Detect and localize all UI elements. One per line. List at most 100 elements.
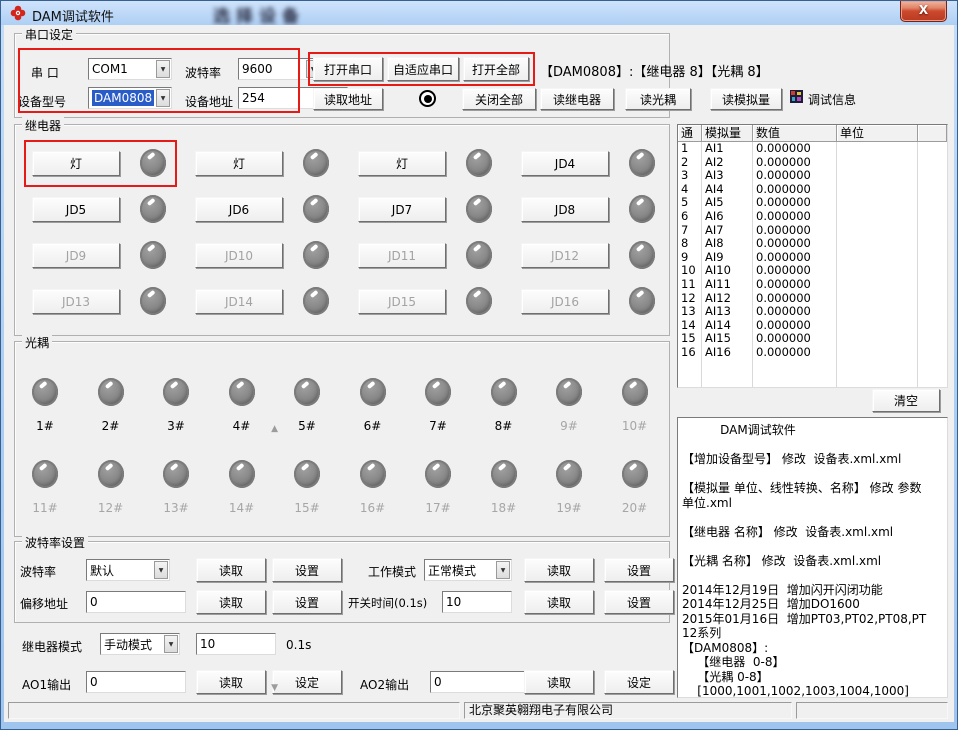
- baudrate-set-button[interactable]: 设置: [272, 558, 342, 582]
- read-address-button[interactable]: 读取地址: [313, 88, 383, 110]
- opto-led-8: [491, 378, 517, 406]
- info-panel[interactable]: DAM调试软件 【增加设备型号】 修改 设备表.xml.xml 【模拟量 单位、…: [677, 417, 948, 698]
- table-row-15[interactable]: 15AI150.000000: [678, 332, 947, 346]
- model-select[interactable]: DAM0808 ▼: [88, 87, 172, 109]
- ao1-input[interactable]: 0: [86, 671, 186, 693]
- dropdown-arrow-icon[interactable]: ▼: [156, 60, 170, 78]
- switch-time-set-button[interactable]: 设置: [604, 590, 674, 614]
- app-window: DAM调试软件 选择设备 X 串口设定 串 口 COM1 ▼ 波特率 9600 …: [0, 0, 958, 730]
- ao2-set-button[interactable]: 设定: [604, 670, 674, 694]
- table-row-2[interactable]: 2AI20.000000: [678, 156, 947, 170]
- title-bar[interactable]: DAM调试软件 选择设备 X: [1, 1, 957, 25]
- relay-button-7[interactable]: JD7: [358, 197, 446, 222]
- table-cell: [918, 346, 947, 360]
- ao1-read-button[interactable]: 读取: [196, 670, 266, 694]
- relay-mode-time-input[interactable]: 10: [196, 633, 276, 655]
- close-all-button[interactable]: 关闭全部: [462, 88, 536, 110]
- dropdown-arrow-icon[interactable]: ▼: [156, 89, 170, 107]
- table-cell: 0.000000: [753, 237, 837, 251]
- table-cell: 7: [678, 224, 702, 238]
- table-cell: 0.000000: [753, 332, 837, 346]
- table-cell: AI9: [702, 251, 753, 265]
- table-cell: AI2: [702, 156, 753, 170]
- open-all-button[interactable]: 打开全部: [463, 57, 529, 81]
- relay-button-15: JD15: [358, 289, 446, 314]
- table-row-3[interactable]: 3AI30.000000: [678, 169, 947, 183]
- work-mode-set-button[interactable]: 设置: [604, 558, 674, 582]
- table-cell: [918, 264, 947, 278]
- open-serial-button[interactable]: 打开串口: [313, 57, 383, 81]
- ao2-read-button[interactable]: 读取: [524, 670, 594, 694]
- opto-led-3: [163, 378, 189, 406]
- auto-serial-button[interactable]: 自适应串口: [387, 57, 459, 81]
- relay-button-4[interactable]: JD4: [521, 151, 609, 176]
- baudrate-read-button[interactable]: 读取: [196, 558, 266, 582]
- baud-select[interactable]: 9600 ▼: [238, 58, 322, 80]
- table-cell: 15: [678, 332, 702, 346]
- table-row-6[interactable]: 6AI60.000000: [678, 210, 947, 224]
- table-row-13[interactable]: 13AI130.000000: [678, 305, 947, 319]
- table-cell: [918, 169, 947, 183]
- relay-button-3[interactable]: 灯: [358, 151, 446, 176]
- table-cell: 6: [678, 210, 702, 224]
- dropdown-arrow-icon[interactable]: ▼: [164, 635, 178, 653]
- relay-button-9: JD9: [32, 243, 120, 268]
- relay-button-8[interactable]: JD8: [521, 197, 609, 222]
- switch-time-input[interactable]: 10: [442, 591, 512, 613]
- switch-time-read-button[interactable]: 读取: [524, 590, 594, 614]
- table-row-8[interactable]: 8AI80.000000: [678, 237, 947, 251]
- table-cell: [753, 360, 837, 374]
- baud-settings-title: 波特率设置: [22, 534, 88, 551]
- dropdown-arrow-icon[interactable]: ▼: [154, 561, 168, 579]
- read-opto-button[interactable]: 读光耦: [625, 88, 691, 110]
- opto-led-12: [98, 460, 124, 488]
- table-row-5[interactable]: 5AI50.000000: [678, 196, 947, 210]
- work-mode-read-button[interactable]: 读取: [524, 558, 594, 582]
- table-row-9[interactable]: 9AI90.000000: [678, 251, 947, 265]
- clear-button[interactable]: 清空: [872, 389, 940, 412]
- opto-led-label-19: 19#: [547, 501, 591, 515]
- table-row-4[interactable]: 4AI40.000000: [678, 183, 947, 197]
- opto-led-18: [491, 460, 517, 488]
- read-relay-button[interactable]: 读继电器: [540, 88, 614, 110]
- opto-led-label-4: 4#: [220, 419, 264, 433]
- table-row-11[interactable]: 11AI110.000000: [678, 278, 947, 292]
- relay-button-6[interactable]: JD6: [195, 197, 283, 222]
- opto-group-title: 光耦: [22, 334, 52, 351]
- dropdown-arrow-icon[interactable]: ▼: [496, 561, 510, 579]
- baudrate-select[interactable]: 默认 ▼: [86, 559, 170, 581]
- table-empty-row[interactable]: [678, 360, 947, 374]
- relay-button-2[interactable]: 灯: [195, 151, 283, 176]
- table-row-14[interactable]: 14AI140.000000: [678, 319, 947, 333]
- table-empty-row[interactable]: [678, 373, 947, 387]
- offset-set-button[interactable]: 设置: [272, 590, 342, 614]
- offset-addr-input[interactable]: 0: [86, 591, 186, 613]
- table-row-16[interactable]: 16AI160.000000: [678, 346, 947, 360]
- table-cell: 1: [678, 142, 702, 156]
- table-cell: AI15: [702, 332, 753, 346]
- scroll-down-icon[interactable]: ▼: [271, 683, 278, 693]
- table-row-10[interactable]: 10AI100.000000: [678, 264, 947, 278]
- opto-led-label-8: 8#: [482, 419, 526, 433]
- ao2-label: AO2输出: [360, 676, 409, 693]
- read-analog-button[interactable]: 读模拟量: [710, 88, 782, 110]
- ao2-input[interactable]: 0: [430, 671, 530, 693]
- close-button[interactable]: X: [900, 1, 947, 22]
- relay-mode-select[interactable]: 手动模式 ▼: [100, 633, 180, 655]
- table-cell: 0.000000: [753, 264, 837, 278]
- port-select[interactable]: COM1 ▼: [88, 58, 172, 80]
- scroll-up-icon[interactable]: ▲: [271, 424, 278, 434]
- table-row-12[interactable]: 12AI120.000000: [678, 292, 947, 306]
- analog-table[interactable]: 通模拟量数值单位1AI10.0000002AI20.0000003AI30.00…: [677, 124, 948, 388]
- table-row-7[interactable]: 7AI70.000000: [678, 224, 947, 238]
- table-cell: [918, 210, 947, 224]
- opto-led-label-16: 16#: [351, 501, 395, 515]
- offset-read-button[interactable]: 读取: [196, 590, 266, 614]
- table-cell: 11: [678, 278, 702, 292]
- relay-button-1[interactable]: 灯: [32, 151, 120, 176]
- relay-button-5[interactable]: JD5: [32, 197, 120, 222]
- work-mode-select[interactable]: 正常模式 ▼: [424, 559, 512, 581]
- table-cell: [837, 292, 918, 306]
- ao1-set-button[interactable]: 设定: [272, 670, 342, 694]
- table-row-1[interactable]: 1AI10.000000: [678, 142, 947, 156]
